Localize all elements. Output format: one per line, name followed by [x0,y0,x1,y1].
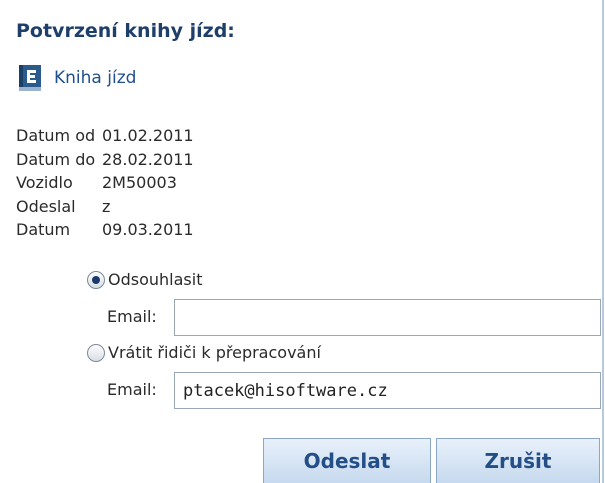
cancel-button[interactable]: Zrušit [436,438,600,483]
info-value: z [102,196,111,216]
send-button[interactable]: Odeslat [263,438,431,483]
info-row-date: Datum 09.03.2011 [16,218,194,242]
book-link-label: Kniha jízd [54,68,137,88]
return-radio[interactable] [87,343,105,362]
info-row-date-from: Datum od 01.02.2011 [16,124,194,148]
info-value: 28.02.2011 [102,149,194,169]
info-label: Odeslal [16,196,76,216]
approve-label: Odsouhlasit [108,270,203,289]
info-value: 01.02.2011 [102,126,194,145]
book-link[interactable]: Kniha jízd [16,64,136,92]
info-list: Datum od 01.02.2011 Datum do 28.02.2011 … [16,124,194,242]
approve-email-input[interactable] [174,299,601,336]
return-email-input[interactable] [174,372,601,409]
panel-right-border [602,0,604,483]
info-row-date-to: Datum do 28.02.2011 [16,148,194,172]
info-label: Datum [16,220,71,239]
info-label: Datum do [16,149,96,169]
info-value: 2M50003 [102,173,177,192]
info-row-vehicle: Vozidlo 2M50003 [16,171,177,195]
return-label: Vrátit řidiči k přepracování [108,343,321,362]
info-row-sender: Odeslal z [16,195,110,219]
approve-radio[interactable] [87,270,105,289]
info-label: Datum od [16,126,96,145]
return-option[interactable]: Vrátit řidiči k přepracování [87,343,321,362]
info-value: 09.03.2011 [102,220,194,239]
return-email-label: Email: [107,380,157,399]
approve-email-label: Email: [107,307,157,326]
approve-option[interactable]: Odsouhlasit [87,270,202,289]
page-title: Potvrzení knihy jízd: [16,20,235,42]
info-label: Vozidlo [16,173,73,192]
book-icon [19,65,41,91]
